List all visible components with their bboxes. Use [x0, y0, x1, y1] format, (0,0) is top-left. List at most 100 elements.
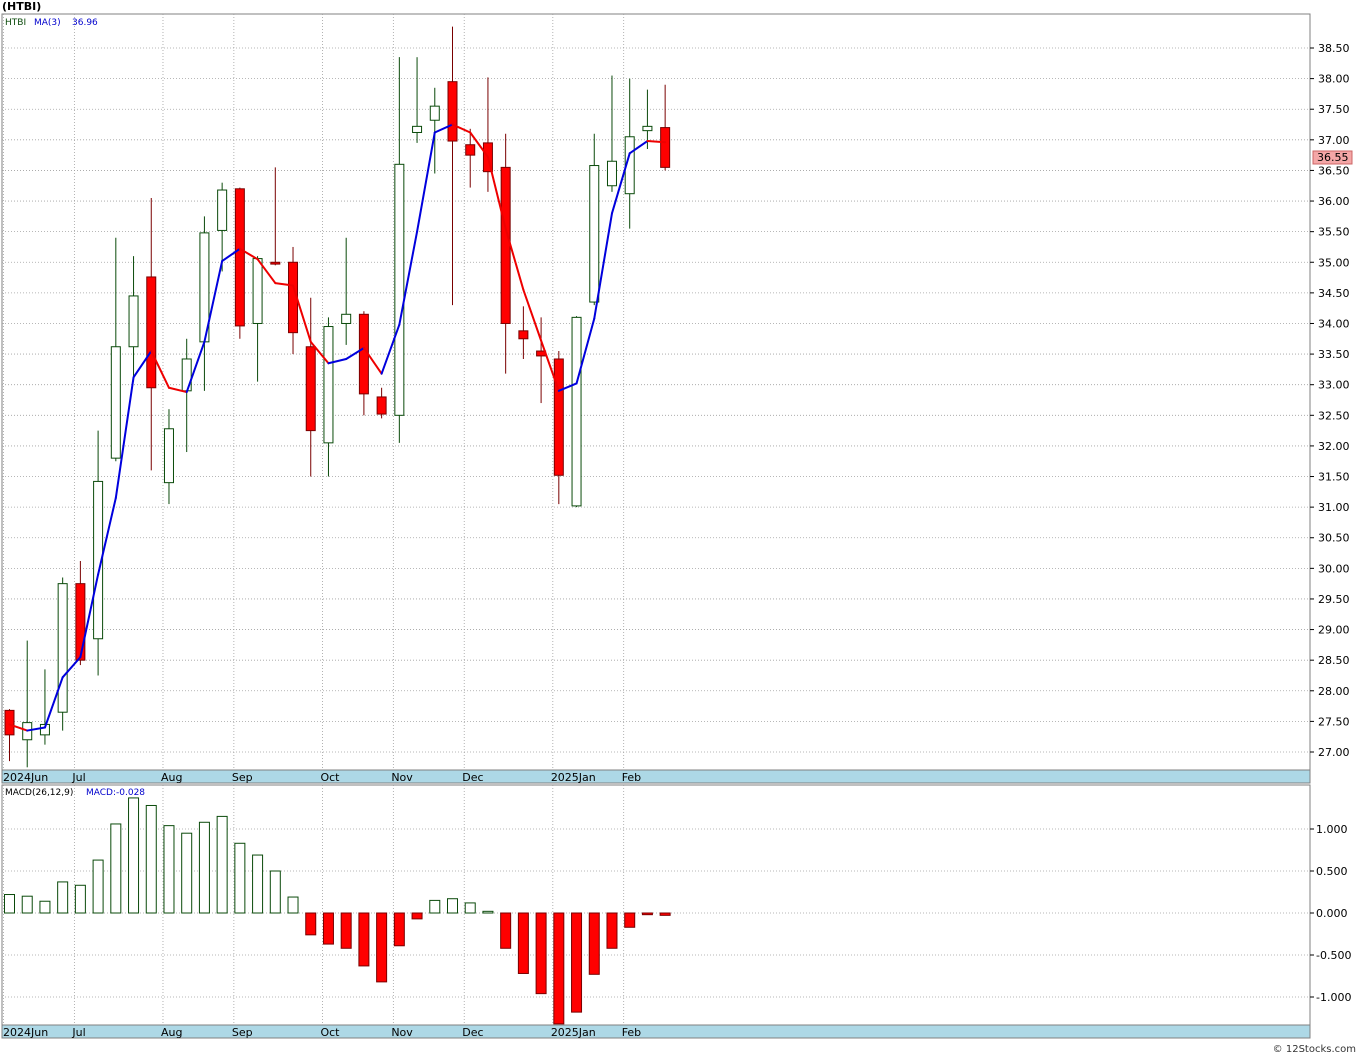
- last-price-label: 36.55: [1317, 151, 1349, 164]
- candle-body: [465, 144, 476, 156]
- macd-bar: [198, 821, 210, 914]
- macd-bar: [21, 895, 33, 914]
- macd-bar: [74, 884, 86, 914]
- price-y-tick-label: 38.00: [1318, 73, 1350, 86]
- price-y-tick-label: 28.50: [1318, 654, 1350, 667]
- ma-segment: [646, 140, 667, 144]
- macd-bar: [588, 912, 600, 975]
- macd-bar: [128, 797, 140, 914]
- x-tick-label: Dec: [462, 1026, 483, 1039]
- macd-panel: [1, 784, 1311, 1026]
- macd-bar: [641, 912, 653, 916]
- macd-bar: [376, 912, 388, 983]
- macd-bar: [92, 859, 104, 914]
- candle-body: [252, 258, 263, 324]
- macd-bar: [535, 912, 547, 995]
- candle-body: [571, 316, 582, 507]
- macd-y-tick-label: 1.000: [1316, 823, 1348, 836]
- candle-body: [642, 125, 653, 132]
- macd-bar: [624, 912, 636, 928]
- macd-bar: [252, 854, 264, 914]
- candle-body: [234, 188, 245, 327]
- x-tick-label: 2024Jun: [3, 771, 48, 784]
- price-y-tick-label: 29.50: [1318, 593, 1350, 606]
- macd-bar: [305, 912, 317, 936]
- macd-legend-label: MACD(26,12,9): [5, 788, 73, 798]
- macd-bar: [269, 870, 281, 914]
- price-y-tick-label: 36.50: [1318, 164, 1350, 177]
- price-y-tick-label: 32.50: [1318, 409, 1350, 422]
- macd-bar: [234, 842, 246, 914]
- macd-bar: [57, 881, 69, 914]
- price-y-tick-label: 28.00: [1318, 685, 1350, 698]
- price-y-axis: 27.00 27.50 28.00 28.50 29.00 29.50 30.00 30.50…: [1310, 42, 1350, 759]
- legend-ma-label: MA(3): [34, 18, 61, 28]
- macd-x-axis-band: [1, 1024, 1311, 1039]
- price-y-tick-label: 29.00: [1318, 624, 1350, 637]
- candle-body: [323, 326, 334, 444]
- macd-y-axis: 1.000 0.500 0.000 -0.500 -1.000: [1310, 823, 1351, 1004]
- candle-body: [57, 583, 68, 713]
- candle-body: [500, 166, 511, 324]
- candle-body: [394, 163, 405, 416]
- candle-body: [447, 81, 458, 142]
- x-tick-label: 2024Jun: [3, 1026, 48, 1039]
- macd-bar: [393, 912, 405, 947]
- x-tick-label: Oct: [320, 1026, 340, 1039]
- macd-bar: [287, 896, 299, 914]
- candle-body: [305, 346, 316, 432]
- price-y-tick-label: 35.50: [1318, 226, 1350, 239]
- macd-bar: [358, 912, 370, 967]
- price-y-tick-label: 35.00: [1318, 256, 1350, 269]
- price-y-tick-label: 30.00: [1318, 562, 1350, 575]
- candle-body: [429, 105, 440, 121]
- macd-bar: [517, 912, 529, 974]
- price-y-tick-label: 36.00: [1318, 195, 1350, 208]
- candle-body: [606, 160, 617, 187]
- macd-bar: [110, 823, 122, 914]
- x-tick-label: 2025Jan: [551, 1026, 596, 1039]
- price-y-tick-label: 27.00: [1318, 746, 1350, 759]
- x-tick-label: Aug: [161, 1026, 182, 1039]
- macd-bar: [482, 910, 494, 914]
- legend-ma-value: 36.96: [72, 18, 98, 28]
- macd-bar: [181, 832, 193, 914]
- macd-bar: [571, 912, 583, 1013]
- price-x-axis-band: [1, 769, 1311, 784]
- candle-body: [163, 428, 174, 484]
- price-y-tick-label: 38.50: [1318, 42, 1350, 55]
- macd-y-tick-label: -1.000: [1316, 991, 1351, 1004]
- macd-legend-value: MACD:-0.028: [86, 788, 145, 798]
- macd-y-tick-label: 0.500: [1316, 865, 1348, 878]
- x-tick-label: Feb: [622, 1026, 641, 1039]
- macd-bar: [145, 804, 157, 914]
- candle-body: [376, 396, 387, 415]
- macd-bar: [659, 912, 671, 916]
- price-y-tick-label: 37.00: [1318, 134, 1350, 147]
- price-y-tick-label: 30.50: [1318, 532, 1350, 545]
- macd-bar: [429, 899, 441, 914]
- macd-y-tick-label: 0.000: [1316, 907, 1348, 920]
- candle-body: [341, 313, 352, 324]
- candle-body: [4, 709, 15, 736]
- price-y-tick-label: 27.50: [1318, 715, 1350, 728]
- macd-bar: [447, 898, 458, 914]
- price-y-tick-label: 33.00: [1318, 379, 1350, 392]
- x-tick-label: Sep: [232, 1026, 253, 1039]
- macd-bar: [163, 825, 175, 914]
- x-tick-label: Aug: [161, 771, 182, 784]
- candle-body: [128, 295, 139, 348]
- x-tick-label: Feb: [622, 771, 641, 784]
- macd-bar: [4, 894, 15, 914]
- macd-bar: [322, 912, 334, 945]
- candle-body: [217, 189, 228, 231]
- macd-bar: [500, 912, 512, 949]
- x-tick-label: Jul: [71, 771, 85, 784]
- x-tick-label: 2025Jan: [551, 771, 596, 784]
- macd-bar: [464, 902, 476, 914]
- price-y-tick-label: 32.00: [1318, 440, 1350, 453]
- price-legend: HTBI MA(3) 36.96: [5, 18, 98, 28]
- candle-body: [660, 127, 671, 168]
- x-tick-label: Dec: [462, 771, 483, 784]
- candle-body: [589, 165, 600, 303]
